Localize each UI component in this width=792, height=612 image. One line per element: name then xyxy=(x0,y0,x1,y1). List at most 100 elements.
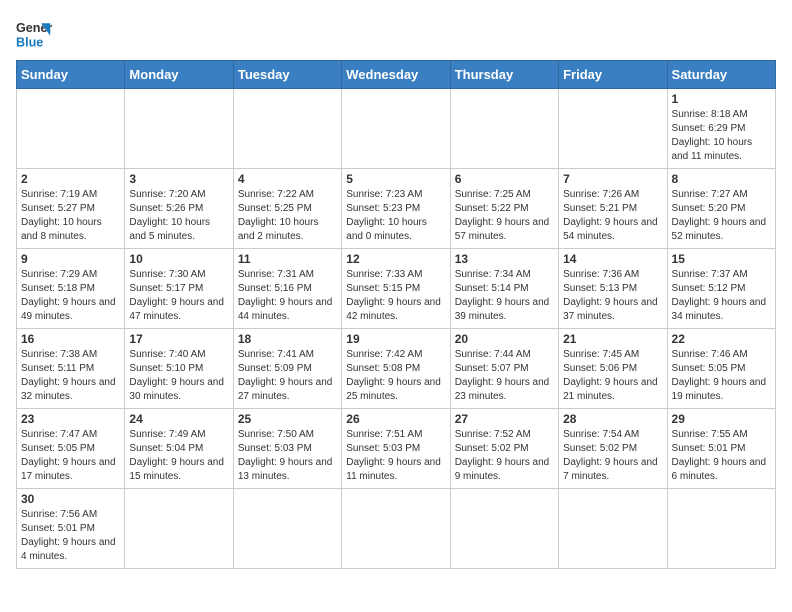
day-number: 23 xyxy=(21,412,120,426)
day-of-week-header: Monday xyxy=(125,61,233,89)
day-number: 10 xyxy=(129,252,228,266)
day-of-week-header: Thursday xyxy=(450,61,558,89)
day-number: 7 xyxy=(563,172,662,186)
calendar-cell xyxy=(342,89,450,169)
day-number: 11 xyxy=(238,252,337,266)
day-number: 19 xyxy=(346,332,445,346)
calendar-cell: 15 Sunrise: 7:37 AM Sunset: 5:12 PM Dayli… xyxy=(667,249,775,329)
day-number: 5 xyxy=(346,172,445,186)
day-info: Sunrise: 7:37 AM Sunset: 5:12 PM Dayligh… xyxy=(672,268,771,324)
day-number: 4 xyxy=(238,172,337,186)
calendar-cell: 11 Sunrise: 7:31 AM Sunset: 5:16 PM Dayli… xyxy=(233,249,341,329)
calendar-cell: 18Sunrise: 7:41 AM Sunset: 5:09 PM Dayli… xyxy=(233,329,341,409)
calendar-cell xyxy=(17,89,125,169)
day-number: 24 xyxy=(129,412,228,426)
header: General Blue xyxy=(16,16,776,52)
day-number: 1 xyxy=(672,92,771,106)
day-number: 17 xyxy=(129,332,228,346)
day-of-week-header: Friday xyxy=(559,61,667,89)
svg-text:Blue: Blue xyxy=(16,36,43,50)
calendar-cell xyxy=(667,489,775,569)
day-info: Sunrise: 7:51 AM Sunset: 5:03 PM Dayligh… xyxy=(346,428,445,484)
calendar-cell: 25 Sunrise: 7:50 AM Sunset: 5:03 PM Dayli… xyxy=(233,409,341,489)
calendar-cell: 13Sunrise: 7:34 AM Sunset: 5:14 PM Dayli… xyxy=(450,249,558,329)
generalblue-logo-icon: General Blue xyxy=(16,16,52,52)
calendar-cell: 8 Sunrise: 7:27 AM Sunset: 5:20 PM Daylig… xyxy=(667,169,775,249)
day-number: 12 xyxy=(346,252,445,266)
calendar-cell: 19 Sunrise: 7:42 AM Sunset: 5:08 PM Dayli… xyxy=(342,329,450,409)
calendar-week-row: 16 Sunrise: 7:38 AM Sunset: 5:11 PM Dayli… xyxy=(17,329,776,409)
day-info: Sunrise: 7:27 AM Sunset: 5:20 PM Dayligh… xyxy=(672,188,771,244)
calendar-week-row: 1 Sunrise: 8:18 AM Sunset: 6:29 PM Daylig… xyxy=(17,89,776,169)
day-info: Sunrise: 7:54 AM Sunset: 5:02 PM Dayligh… xyxy=(563,428,662,484)
calendar-cell: 12Sunrise: 7:33 AM Sunset: 5:15 PM Dayli… xyxy=(342,249,450,329)
day-number: 16 xyxy=(21,332,120,346)
day-of-week-header: Tuesday xyxy=(233,61,341,89)
calendar-cell xyxy=(125,489,233,569)
day-number: 2 xyxy=(21,172,120,186)
day-info: Sunrise: 7:38 AM Sunset: 5:11 PM Dayligh… xyxy=(21,348,120,404)
day-number: 27 xyxy=(455,412,554,426)
day-info: Sunrise: 7:45 AM Sunset: 5:06 PM Dayligh… xyxy=(563,348,662,404)
calendar-body: 1 Sunrise: 8:18 AM Sunset: 6:29 PM Daylig… xyxy=(17,89,776,569)
day-info: Sunrise: 7:31 AM Sunset: 5:16 PM Dayligh… xyxy=(238,268,337,324)
calendar-cell: 24 Sunrise: 7:49 AM Sunset: 5:04 PM Dayli… xyxy=(125,409,233,489)
day-info: Sunrise: 7:52 AM Sunset: 5:02 PM Dayligh… xyxy=(455,428,554,484)
calendar-week-row: 2Sunrise: 7:19 AM Sunset: 5:27 PM Daylig… xyxy=(17,169,776,249)
day-number: 14 xyxy=(563,252,662,266)
calendar-week-row: 30Sunrise: 7:56 AM Sunset: 5:01 PM Dayli… xyxy=(17,489,776,569)
day-info: Sunrise: 7:41 AM Sunset: 5:09 PM Dayligh… xyxy=(238,348,337,404)
calendar-cell xyxy=(233,89,341,169)
day-number: 22 xyxy=(672,332,771,346)
calendar-cell: 9Sunrise: 7:29 AM Sunset: 5:18 PM Daylig… xyxy=(17,249,125,329)
day-of-week-header: Saturday xyxy=(667,61,775,89)
day-info: Sunrise: 7:47 AM Sunset: 5:05 PM Dayligh… xyxy=(21,428,120,484)
day-info: Sunrise: 7:56 AM Sunset: 5:01 PM Dayligh… xyxy=(21,508,120,564)
day-info: Sunrise: 7:40 AM Sunset: 5:10 PM Dayligh… xyxy=(129,348,228,404)
calendar-cell: 21 Sunrise: 7:45 AM Sunset: 5:06 PM Dayli… xyxy=(559,329,667,409)
calendar-cell: 3 Sunrise: 7:20 AM Sunset: 5:26 PM Daylig… xyxy=(125,169,233,249)
day-number: 8 xyxy=(672,172,771,186)
day-info: Sunrise: 7:49 AM Sunset: 5:04 PM Dayligh… xyxy=(129,428,228,484)
calendar-cell xyxy=(450,489,558,569)
day-info: Sunrise: 7:34 AM Sunset: 5:14 PM Dayligh… xyxy=(455,268,554,324)
calendar-cell: 5 Sunrise: 7:23 AM Sunset: 5:23 PM Daylig… xyxy=(342,169,450,249)
day-info: Sunrise: 7:55 AM Sunset: 5:01 PM Dayligh… xyxy=(672,428,771,484)
day-info: Sunrise: 7:25 AM Sunset: 5:22 PM Dayligh… xyxy=(455,188,554,244)
calendar-cell xyxy=(450,89,558,169)
calendar-table: SundayMondayTuesdayWednesdayThursdayFrid… xyxy=(16,60,776,569)
day-number: 21 xyxy=(563,332,662,346)
logo: General Blue xyxy=(16,16,52,52)
day-info: Sunrise: 7:26 AM Sunset: 5:21 PM Dayligh… xyxy=(563,188,662,244)
day-info: Sunrise: 7:23 AM Sunset: 5:23 PM Dayligh… xyxy=(346,188,445,244)
day-number: 3 xyxy=(129,172,228,186)
calendar-cell xyxy=(559,89,667,169)
calendar-cell: 14Sunrise: 7:36 AM Sunset: 5:13 PM Dayli… xyxy=(559,249,667,329)
calendar-cell: 26Sunrise: 7:51 AM Sunset: 5:03 PM Dayli… xyxy=(342,409,450,489)
calendar-cell: 10 Sunrise: 7:30 AM Sunset: 5:17 PM Dayli… xyxy=(125,249,233,329)
calendar-cell: 7 Sunrise: 7:26 AM Sunset: 5:21 PM Daylig… xyxy=(559,169,667,249)
day-info: Sunrise: 8:18 AM Sunset: 6:29 PM Dayligh… xyxy=(672,108,771,164)
day-info: Sunrise: 7:42 AM Sunset: 5:08 PM Dayligh… xyxy=(346,348,445,404)
day-info: Sunrise: 7:30 AM Sunset: 5:17 PM Dayligh… xyxy=(129,268,228,324)
day-info: Sunrise: 7:50 AM Sunset: 5:03 PM Dayligh… xyxy=(238,428,337,484)
calendar-cell xyxy=(125,89,233,169)
calendar-week-row: 23 Sunrise: 7:47 AM Sunset: 5:05 PM Dayli… xyxy=(17,409,776,489)
calendar-cell xyxy=(559,489,667,569)
calendar-cell: 29Sunrise: 7:55 AM Sunset: 5:01 PM Dayli… xyxy=(667,409,775,489)
calendar-cell: 4Sunrise: 7:22 AM Sunset: 5:25 PM Daylig… xyxy=(233,169,341,249)
day-info: Sunrise: 7:46 AM Sunset: 5:05 PM Dayligh… xyxy=(672,348,771,404)
calendar-cell xyxy=(342,489,450,569)
calendar-week-row: 9Sunrise: 7:29 AM Sunset: 5:18 PM Daylig… xyxy=(17,249,776,329)
calendar-cell: 17 Sunrise: 7:40 AM Sunset: 5:10 PM Dayli… xyxy=(125,329,233,409)
calendar-cell: 20Sunrise: 7:44 AM Sunset: 5:07 PM Dayli… xyxy=(450,329,558,409)
day-info: Sunrise: 7:44 AM Sunset: 5:07 PM Dayligh… xyxy=(455,348,554,404)
day-of-week-header: Sunday xyxy=(17,61,125,89)
day-info: Sunrise: 7:20 AM Sunset: 5:26 PM Dayligh… xyxy=(129,188,228,244)
calendar-cell: 27 Sunrise: 7:52 AM Sunset: 5:02 PM Dayli… xyxy=(450,409,558,489)
calendar-cell: 6Sunrise: 7:25 AM Sunset: 5:22 PM Daylig… xyxy=(450,169,558,249)
calendar-cell: 28Sunrise: 7:54 AM Sunset: 5:02 PM Dayli… xyxy=(559,409,667,489)
calendar-header: SundayMondayTuesdayWednesdayThursdayFrid… xyxy=(17,61,776,89)
day-number: 25 xyxy=(238,412,337,426)
day-number: 15 xyxy=(672,252,771,266)
